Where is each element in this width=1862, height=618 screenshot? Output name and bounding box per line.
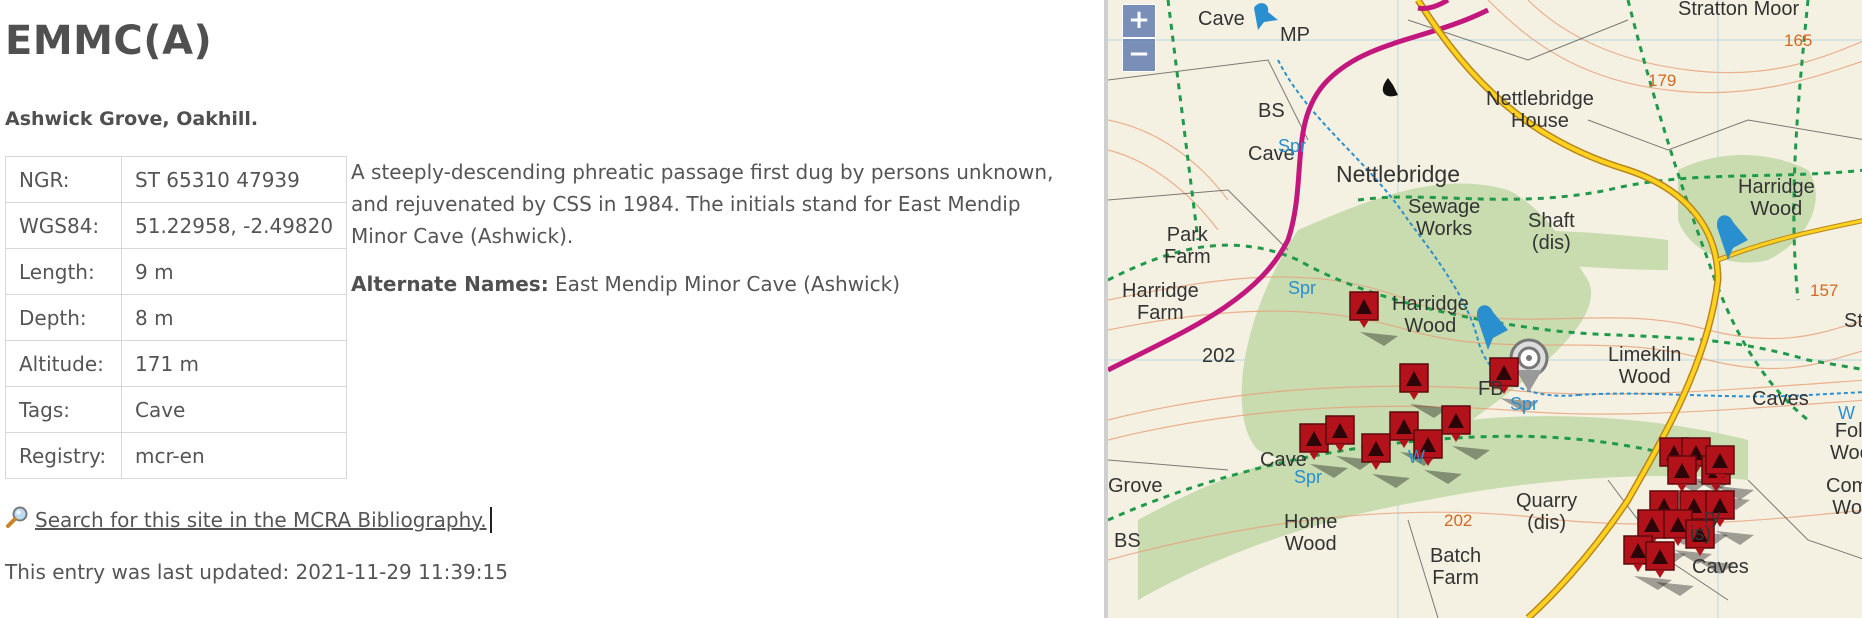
map-label-spr3: Spr (1510, 394, 1539, 414)
site-location: Ashwick Grove, Oakhill. (5, 108, 259, 130)
info-label: Depth: (5, 294, 122, 341)
map-label-harridge-farm: Harridge Farm (1122, 280, 1199, 324)
map-label-limekiln: Limekiln Wood (1608, 344, 1682, 388)
map-label-n165: 165 (1784, 31, 1813, 50)
map-label-caves2: Caves (1692, 556, 1749, 578)
text-cursor (489, 506, 492, 533)
map-label-spr4: Spr (1294, 467, 1323, 487)
info-label: NGR: (5, 156, 122, 203)
map-label-spr1: Spr (1278, 136, 1307, 156)
map-label-harridge-wood: Harridge Wood (1392, 293, 1469, 337)
site-description: A steeply-descending phreatic passage fi… (351, 160, 1054, 248)
page-title: EMMC(A) (5, 18, 213, 64)
zoom-control: + − (1122, 4, 1156, 72)
alternate-names-value: East Mendip Minor Cave (Ashwick) (555, 272, 900, 296)
info-value: Cave (120, 386, 348, 433)
bibliography-search: Search for this site in the MCRA Bibliog… (5, 505, 492, 534)
info-label: Tags: (5, 386, 122, 433)
map-label-home-wood: Home Wood (1284, 511, 1338, 555)
info-label: Registry: (5, 432, 122, 479)
os-map[interactable]: + − Cave MP BS Cave Spr Nettlebridge House Net… (1104, 0, 1862, 618)
info-row: Tags: Cave (5, 386, 348, 433)
map-label-n179: 179 (1648, 71, 1677, 90)
map-label-n202a: 202 (1202, 345, 1236, 367)
map-label-quarry: Quarry (dis) (1516, 490, 1578, 534)
alternate-names-label: Alternate Names: (351, 272, 549, 296)
last-updated: This entry was last updated: 2021-11-29 … (5, 560, 508, 584)
map-label-w: W (1408, 447, 1425, 467)
info-row: Depth: 8 m (5, 294, 348, 341)
map-label-combe: Combe Wood (1826, 475, 1862, 519)
bibliography-search-link[interactable]: Search for this site in the MCRA Bibliog… (35, 508, 487, 532)
map-label-bs1: BS (1258, 100, 1285, 122)
zoom-in-button[interactable]: + (1122, 4, 1156, 38)
cave-marker[interactable] (1645, 541, 1694, 596)
info-value: 9 m (120, 248, 348, 295)
map-label-fb: FB (1478, 378, 1504, 400)
map-label-grove: Grove (1108, 475, 1163, 497)
info-row: Registry: mcr-en (5, 432, 348, 479)
info-value: 171 m (120, 340, 348, 387)
zoom-out-button[interactable]: − (1122, 38, 1156, 72)
map-label-cave1: Cave (1198, 8, 1245, 30)
map-label-batch-farm: Batch Farm (1430, 545, 1482, 589)
info-row: WGS84: 51.22958, -2.49820 (5, 202, 348, 249)
map-background (1108, 0, 1862, 618)
map-label-n202b: 202 (1444, 511, 1473, 530)
map-label-w2: W (1838, 403, 1855, 423)
magnifier-icon (5, 505, 29, 534)
info-label: WGS84: (5, 202, 122, 249)
info-value: 51.22958, -2.49820 (120, 202, 348, 249)
map-label-park-farm: Park Farm (1164, 224, 1211, 268)
map-label-is: is) (1690, 523, 1712, 545)
info-value: ST 65310 47939 (120, 156, 348, 203)
alternate-names: Alternate Names: East Mendip Minor Cave … (351, 272, 900, 296)
map-label-sewage: Sewage Works (1408, 196, 1481, 240)
map-label-stratton: Stratton Moor (1678, 0, 1800, 20)
site-details-panel: EMMC(A) Ashwick Grove, Oakhill. NGR: ST 6… (0, 0, 1100, 618)
info-row: Altitude: 171 m (5, 340, 348, 387)
map-label-mp: MP (1280, 24, 1310, 46)
info-value: 8 m (120, 294, 348, 341)
map-label-folly: Folly Wood (1830, 420, 1862, 464)
map-label-nettlebridge: Nettlebridge (1336, 161, 1461, 187)
info-label: Length: (5, 248, 122, 295)
map-label-shaft: Shaft (dis) (1528, 210, 1575, 254)
info-label: Altitude: (5, 340, 122, 387)
site-info-table: NGR: ST 65310 47939 WGS84: 51.22958, -2.498… (5, 156, 348, 479)
map-label-spr2: Spr (1288, 278, 1317, 298)
info-row: Length: 9 m (5, 248, 348, 295)
info-row: NGR: ST 65310 47939 (5, 156, 348, 203)
map-label-bs2: BS (1114, 530, 1141, 552)
map-label-sto: Sto (1844, 310, 1862, 332)
info-value: mcr-en (120, 432, 348, 479)
map-label-n157: 157 (1810, 281, 1839, 300)
map-label-caves1: Caves (1752, 388, 1809, 410)
map-label-nettlebridge-house: Nettlebridge House (1486, 88, 1594, 132)
map-label-harridge-wood-e: Harridge Wood (1738, 176, 1815, 220)
